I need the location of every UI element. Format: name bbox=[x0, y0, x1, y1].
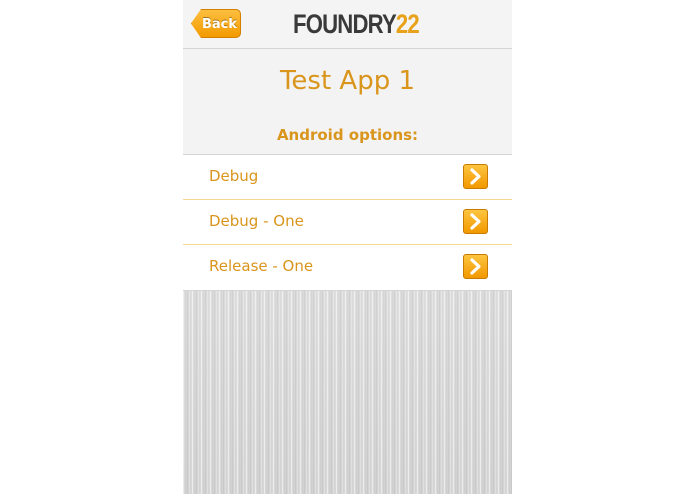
list-item-label: Release - One bbox=[209, 257, 314, 275]
list-item-label: Debug bbox=[209, 167, 259, 185]
foundry22-logo: FOUNDRY22 bbox=[293, 9, 420, 39]
chevron-right-icon[interactable] bbox=[463, 254, 488, 279]
back-button[interactable]: Back bbox=[191, 9, 241, 38]
logo-text-foundry: FOUNDRY bbox=[293, 9, 397, 39]
list-item-label: Debug - One bbox=[209, 212, 304, 230]
page-title: Test App 1 bbox=[279, 66, 416, 96]
navigation-bar: Back FOUNDRY22 bbox=[183, 0, 512, 49]
chevron-right-icon[interactable] bbox=[463, 164, 488, 189]
list-item-release-one[interactable]: Release - One bbox=[183, 245, 512, 290]
brushed-metal-background bbox=[183, 291, 512, 494]
section-label: Android options: bbox=[276, 126, 419, 144]
list-item-debug[interactable]: Debug bbox=[183, 155, 512, 200]
chevron-right-icon[interactable] bbox=[463, 209, 488, 234]
list-item-debug-one[interactable]: Debug - One bbox=[183, 200, 512, 245]
options-list: Debug Debug - One Release - One bbox=[183, 154, 512, 291]
logo-text-22: 22 bbox=[395, 9, 420, 39]
app-screen: Back FOUNDRY22 Test App 1 Android option… bbox=[183, 0, 512, 494]
